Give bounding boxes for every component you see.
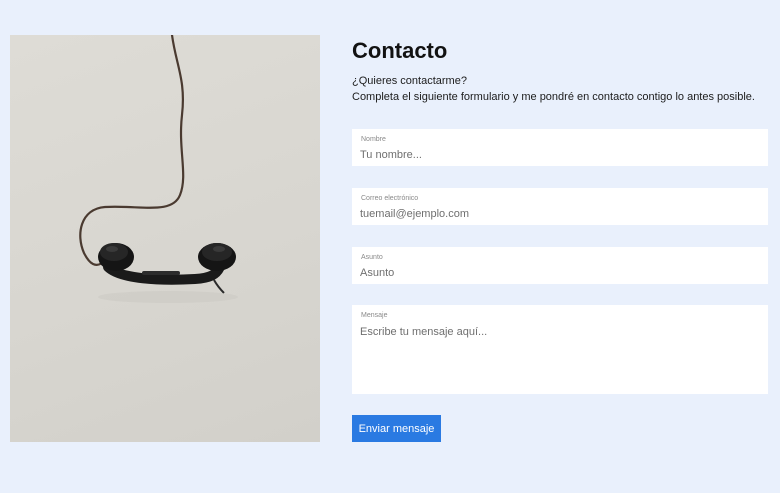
name-field-label: Nombre (361, 136, 386, 143)
name-input[interactable] (360, 148, 758, 163)
subject-field[interactable]: Asunto (352, 247, 768, 284)
subject-field-label: Asunto (361, 254, 383, 261)
telephone-photo (10, 35, 320, 442)
message-field[interactable]: Mensaje (352, 305, 768, 394)
send-message-button[interactable]: Enviar mensaje (352, 415, 441, 442)
intro-line-2: Completa el siguiente formulario y me po… (352, 91, 755, 103)
intro-line-1: ¿Quieres contactarme? (352, 75, 467, 87)
contact-section: Contacto ¿Quieres contactarme? Completa … (352, 36, 768, 442)
email-field-label: Correo electrónico (361, 195, 419, 202)
intro-text: ¿Quieres contactarme? Completa el siguie… (352, 73, 768, 105)
message-textarea[interactable] (360, 325, 758, 385)
telephone-handset-icon (79, 35, 238, 303)
email-field[interactable]: Correo electrónico (352, 188, 768, 225)
name-field[interactable]: Nombre (352, 129, 768, 166)
message-field-label: Mensaje (361, 312, 388, 319)
email-input[interactable] (360, 207, 758, 222)
page-title: Contacto (352, 38, 448, 63)
subject-input[interactable] (360, 266, 758, 281)
